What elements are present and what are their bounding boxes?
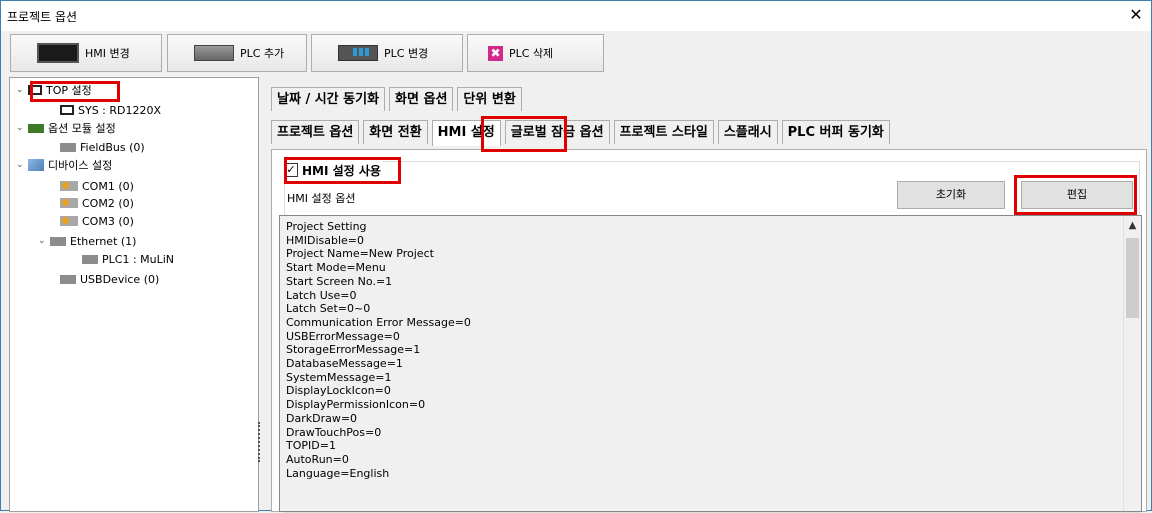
settings-panel: 날짜 / 시간 동기화 화면 옵션 단위 변환 프로젝트 옵션 화면 전환 HM… bbox=[263, 77, 1151, 513]
tree-item-com3[interactable]: COM3 (0) bbox=[60, 213, 134, 229]
window-title: 프로젝트 옵션 bbox=[7, 10, 78, 24]
tab-row-1: 날짜 / 시간 동기화 화면 옵션 단위 변환 bbox=[271, 87, 526, 112]
title-bar: 프로젝트 옵션 ✕ bbox=[1, 1, 1151, 31]
plc-add-label: PLC 추가 bbox=[240, 47, 285, 60]
plc-change-button[interactable]: PLC 변경 bbox=[311, 34, 463, 72]
tree-item-option-modules[interactable]: ⌄ 옵션 모듈 설정 bbox=[16, 120, 116, 136]
tree-item-ethernet[interactable]: ⌄ Ethernet (1) bbox=[38, 233, 136, 249]
usb-device-icon bbox=[60, 274, 76, 284]
scroll-thumb[interactable] bbox=[1126, 238, 1139, 318]
tree-item-com1[interactable]: COM1 (0) bbox=[60, 178, 134, 194]
tab-project-options[interactable]: 프로젝트 옵션 bbox=[271, 120, 360, 144]
tree-item-plc1[interactable]: PLC1 : MuLiN bbox=[82, 251, 174, 267]
network-icon bbox=[28, 159, 44, 171]
serial-port-icon bbox=[60, 181, 78, 191]
monitor-icon bbox=[28, 85, 42, 95]
tree-item-top-settings[interactable]: ⌄ TOP 설정 bbox=[16, 82, 92, 98]
delete-icon: ✖ bbox=[488, 45, 503, 61]
tree-item-label: TOP 설정 bbox=[46, 84, 92, 97]
project-tree: ⌄ TOP 설정 SYS : RD1220X ⌄ 옵션 모듈 설정 FieldB… bbox=[9, 77, 259, 512]
chevron-down-icon[interactable]: ⌄ bbox=[16, 123, 26, 133]
tree-item-label: Ethernet (1) bbox=[70, 234, 137, 248]
plc-delete-label: PLC 삭제 bbox=[509, 47, 554, 60]
tab-unit-conversion[interactable]: 단위 변환 bbox=[457, 87, 522, 111]
tree-item-label: 옵션 모듈 설정 bbox=[48, 122, 116, 135]
chevron-down-icon[interactable]: ⌄ bbox=[16, 85, 26, 95]
tree-item-label: 디바이스 설정 bbox=[48, 159, 113, 172]
tab-project-style[interactable]: 프로젝트 스타일 bbox=[613, 120, 714, 144]
module-icon bbox=[28, 123, 44, 133]
tree-item-label: USBDevice (0) bbox=[80, 272, 160, 286]
toolbar: HMI 변경 PLC 추가 PLC 변경 ✖ PLC 삭제 bbox=[2, 34, 1150, 72]
tree-item-sys[interactable]: SYS : RD1220X bbox=[60, 102, 161, 118]
plc-change-icon bbox=[338, 45, 378, 61]
chevron-down-icon[interactable]: ⌄ bbox=[38, 236, 48, 246]
plc-add-icon bbox=[194, 45, 234, 61]
tree-item-label: PLC1 : MuLiN bbox=[102, 252, 175, 266]
tree-item-device-settings[interactable]: ⌄ 디바이스 설정 bbox=[16, 157, 112, 173]
tree-item-label: SYS : RD1220X bbox=[78, 103, 162, 117]
tab-screen-options[interactable]: 화면 옵션 bbox=[389, 87, 454, 111]
reset-button[interactable]: 초기화 bbox=[897, 181, 1005, 209]
tab-row-2: 프로젝트 옵션 화면 전환 HMI 설정 글로벌 잠금 옵션 프로젝트 스타일 … bbox=[271, 120, 894, 146]
hmi-options-label: HMI 설정 옵션 bbox=[287, 192, 356, 205]
splitter-handle[interactable] bbox=[258, 77, 262, 510]
hmi-enable-checkbox-row[interactable]: ✓ HMI 설정 사용 bbox=[282, 161, 383, 179]
edit-button[interactable]: 편집 bbox=[1021, 181, 1133, 209]
plc-delete-button[interactable]: ✖ PLC 삭제 bbox=[467, 34, 604, 72]
hmi-enable-label: HMI 설정 사용 bbox=[302, 163, 381, 178]
device-icon bbox=[60, 142, 76, 152]
tab-splash[interactable]: 스플래시 bbox=[717, 120, 778, 144]
monitor-icon bbox=[60, 105, 74, 115]
monitor-icon bbox=[37, 43, 79, 63]
scroll-up-icon[interactable]: ▲ bbox=[1124, 220, 1141, 231]
tab-datetime-sync[interactable]: 날짜 / 시간 동기화 bbox=[271, 87, 386, 111]
plc-add-button[interactable]: PLC 추가 bbox=[167, 34, 307, 72]
hmi-enable-checkbox[interactable]: ✓ bbox=[284, 163, 298, 177]
hmi-change-label: HMI 변경 bbox=[85, 47, 130, 60]
serial-port-icon bbox=[60, 216, 78, 226]
vertical-scrollbar[interactable]: ▲ bbox=[1123, 216, 1141, 511]
ethernet-icon bbox=[50, 236, 66, 246]
serial-port-icon bbox=[60, 198, 78, 208]
tree-item-label: COM2 (0) bbox=[82, 196, 134, 210]
tree-item-label: COM3 (0) bbox=[82, 214, 134, 228]
tree-item-com2[interactable]: COM2 (0) bbox=[60, 195, 134, 211]
tab-global-lock-options[interactable]: 글로벌 잠금 옵션 bbox=[504, 120, 610, 144]
plc-change-label: PLC 변경 bbox=[384, 47, 429, 60]
tree-item-fieldbus[interactable]: FieldBus (0) bbox=[60, 139, 145, 155]
chevron-down-icon[interactable]: ⌄ bbox=[16, 160, 26, 170]
tab-hmi-settings[interactable]: HMI 설정 bbox=[431, 120, 501, 146]
tree-item-label: FieldBus (0) bbox=[80, 140, 145, 154]
tab-screen-transition[interactable]: 화면 전환 bbox=[363, 120, 428, 144]
tab-plc-buffer-sync[interactable]: PLC 버퍼 동기화 bbox=[781, 120, 890, 144]
close-icon[interactable]: ✕ bbox=[1125, 4, 1147, 26]
tree-item-usbdevice[interactable]: USBDevice (0) bbox=[60, 271, 159, 287]
hmi-change-button[interactable]: HMI 변경 bbox=[10, 34, 162, 72]
plc-icon bbox=[82, 254, 98, 264]
hmi-settings-textarea[interactable]: Project Setting HMIDisable=0 Project Nam… bbox=[279, 215, 1142, 512]
tree-item-label: COM1 (0) bbox=[82, 179, 134, 193]
project-options-dialog: 프로젝트 옵션 ✕ HMI 변경 PLC 추가 PLC 변경 ✖ PLC 삭제 … bbox=[0, 0, 1152, 513]
hmi-settings-text: Project Setting HMIDisable=0 Project Nam… bbox=[286, 220, 471, 480]
